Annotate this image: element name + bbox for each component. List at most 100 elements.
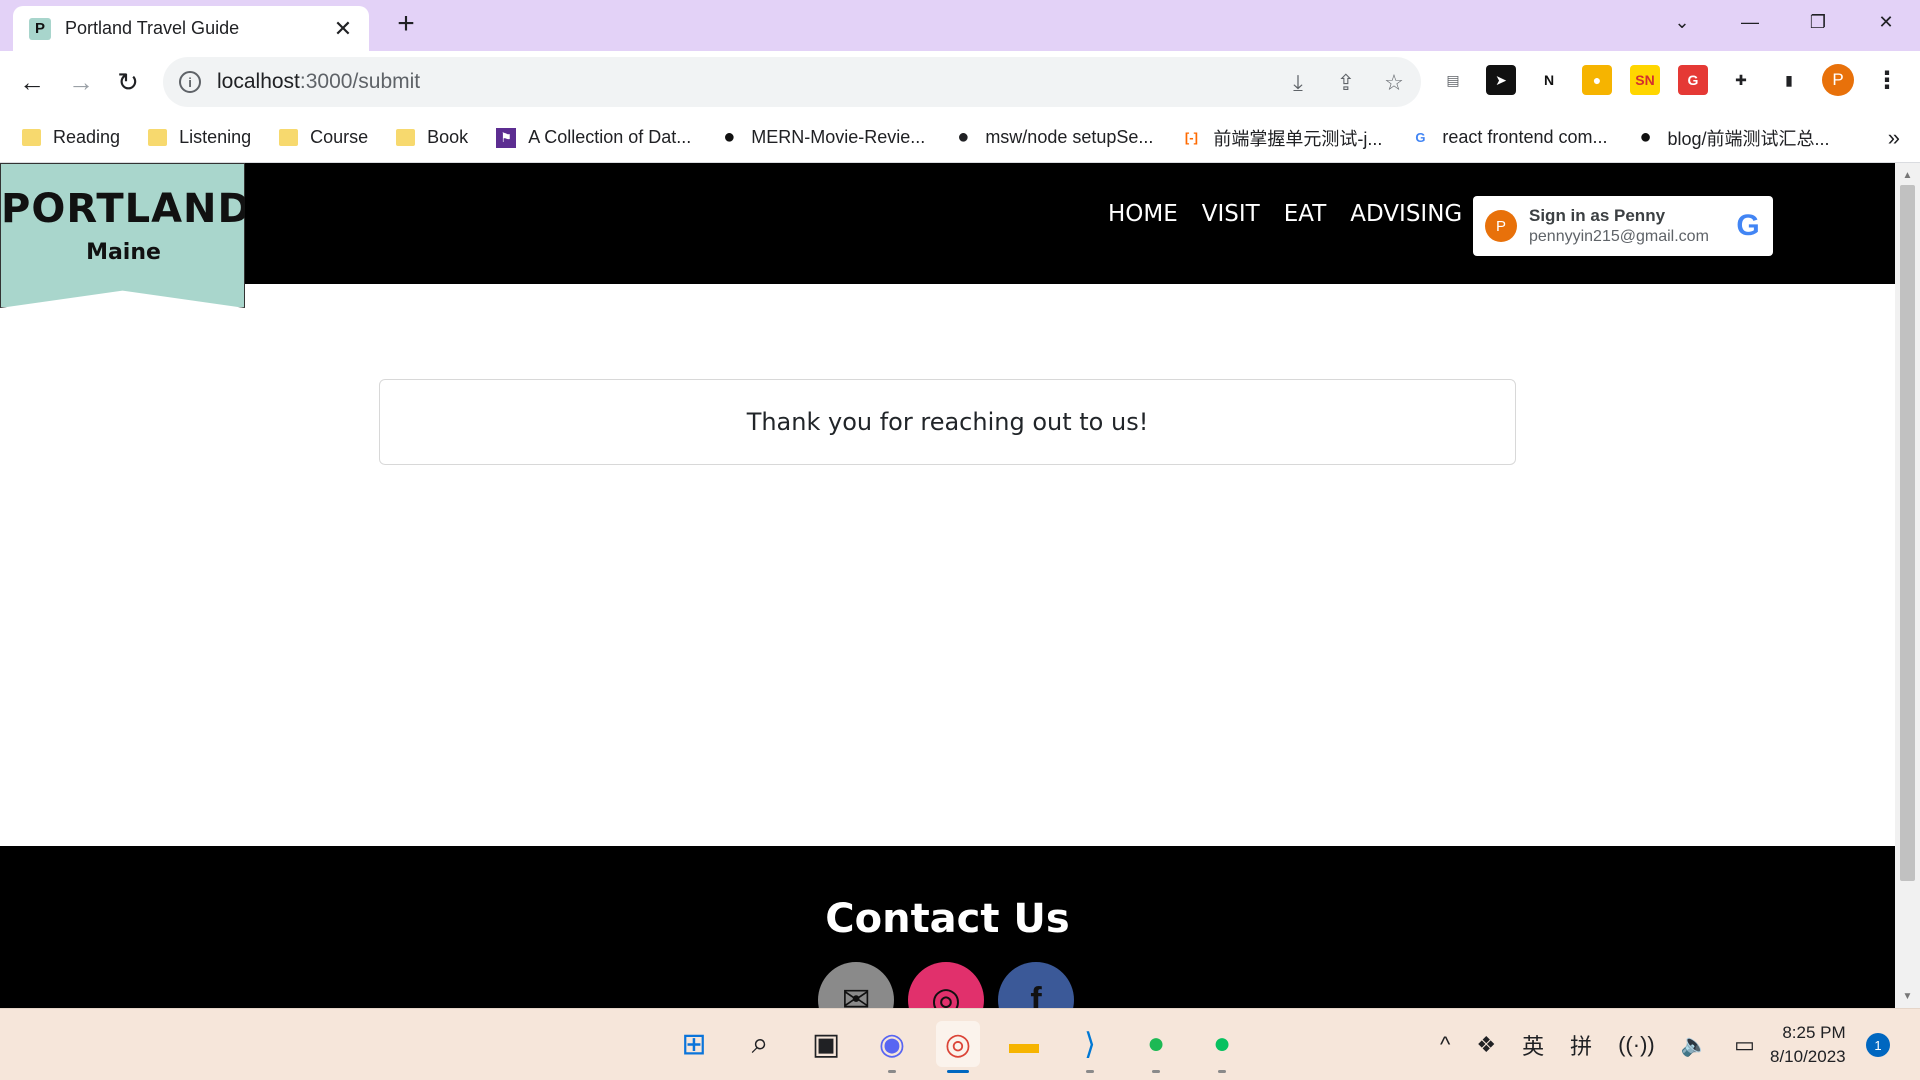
grammarly-icon[interactable]: G <box>1678 65 1708 95</box>
bookmark-label: A Collection of Dat... <box>528 127 692 147</box>
mail-icon[interactable]: ✉ <box>818 962 894 1008</box>
bookmark-label: Listening <box>179 127 252 147</box>
tab-title: Portland Travel Guide <box>65 18 240 38</box>
google-icon: G <box>1410 127 1431 148</box>
ime-pinyin-icon[interactable]: 拼 <box>1570 1029 1592 1061</box>
address-bar[interactable]: i localhost:3000/submit ⤓ ⇪ ☆ <box>163 57 1421 107</box>
bookmark-item[interactable]: Course <box>279 127 368 148</box>
volume-icon[interactable]: 🔈 <box>1681 1032 1708 1058</box>
bookmark-label: Course <box>310 127 369 147</box>
scroll-up-icon[interactable]: ▲ <box>1895 165 1920 185</box>
site-footer: Contact Us ✉ ◎ f <box>0 846 1895 1008</box>
spotify-icon[interactable]: ● <box>1134 1021 1178 1073</box>
bookmark-item[interactable]: Greact frontend com... <box>1410 127 1607 148</box>
bookmark-item[interactable]: [-] 前端掌握单元测试-j... <box>1181 125 1382 151</box>
bookmarks-overflow-icon[interactable]: » <box>1888 125 1900 151</box>
install-icon[interactable]: ⤓ <box>1285 70 1311 96</box>
tab-close-icon[interactable]: ✕ <box>331 16 355 42</box>
new-tab-button[interactable]: + <box>391 9 421 39</box>
back-button[interactable]: ← <box>14 64 50 100</box>
send-icon[interactable]: ➤ <box>1486 65 1516 95</box>
wechat-icon[interactable]: ● <box>1200 1021 1244 1073</box>
page-scrollbar[interactable]: ▲ ▼ <box>1895 163 1920 1008</box>
star-icon[interactable]: ☆ <box>1381 70 1407 96</box>
tab-search-icon[interactable]: ⌄ <box>1648 0 1716 44</box>
bookmark-label: MERN-Movie-Revie... <box>751 127 926 147</box>
search-glyph: ⌕ <box>751 1027 769 1060</box>
battery-icon[interactable]: ▭ <box>1734 1032 1755 1058</box>
bookmark-item[interactable]: ● blog/前端测试汇总... <box>1635 125 1830 151</box>
google-signin-button[interactable]: P Sign in as Penny pennyyin215@gmail.com… <box>1473 196 1773 256</box>
taskbar-apps: ⊞ ⌕ ▣ ◉ ◎ ▬ ⟩ ● ● <box>672 1021 1244 1073</box>
bookmark-item[interactable]: Book <box>396 127 468 148</box>
ime-english-icon[interactable]: 英 <box>1522 1029 1544 1061</box>
site-header: HOME VISIT EAT ADVISING P Sign in as Penny … <box>0 163 1895 284</box>
forward-button[interactable]: → <box>63 64 99 100</box>
bookmark-item[interactable]: ● MERN-Movie-Revie... <box>719 126 926 148</box>
reader-icon[interactable]: ▤ <box>1438 65 1468 95</box>
bookmark-item[interactable]: Reading <box>22 127 120 148</box>
show-hidden-icons-icon[interactable]: ^ <box>1440 1032 1450 1058</box>
share-icon[interactable]: ⇪ <box>1333 70 1359 96</box>
flag-icon: ⚑ <box>496 127 517 148</box>
close-window-button[interactable]: ✕ <box>1852 0 1920 44</box>
bookmark-item[interactable]: Listening <box>148 127 251 148</box>
sn-icon[interactable]: SN <box>1630 65 1660 95</box>
file-explorer-icon[interactable]: ▬ <box>1002 1021 1046 1067</box>
task-view-icon[interactable]: ▣ <box>804 1021 848 1067</box>
sidepanel-icon[interactable]: ▮ <box>1774 65 1804 95</box>
nav-link-eat[interactable]: EAT <box>1284 201 1327 227</box>
profile-avatar[interactable]: P <box>1822 64 1854 96</box>
search-icon[interactable]: ⌕ <box>738 1021 782 1067</box>
restore-button[interactable]: ❐ <box>1784 0 1852 44</box>
spotify-glyph: ● <box>1146 1027 1166 1060</box>
browser-menu-icon[interactable]: ⋮ <box>1872 65 1902 95</box>
facebook-icon[interactable]: f <box>998 962 1074 1008</box>
start-glyph: ⊞ <box>681 1027 707 1061</box>
instagram-icon[interactable]: ◎ <box>908 962 984 1008</box>
tab-portland-travel-guide[interactable]: P Portland Travel Guide ✕ <box>13 6 369 51</box>
discord-glyph: ◉ <box>878 1027 906 1061</box>
task-view-glyph: ▣ <box>811 1027 841 1061</box>
puzzle-icon[interactable]: ✚ <box>1726 65 1756 95</box>
start-icon[interactable]: ⊞ <box>672 1021 716 1067</box>
window-controls: ⌄ — ❐ ✕ <box>1648 0 1920 44</box>
nav-link-home[interactable]: HOME <box>1108 201 1178 227</box>
nav-link-advising[interactable]: ADVISING <box>1350 201 1462 227</box>
bookmark-label: Reading <box>53 127 121 147</box>
aliyun-icon: [-] <box>1181 127 1202 148</box>
bookmark-label: Book <box>427 127 469 147</box>
ext-yellow-icon[interactable]: ● <box>1582 65 1612 95</box>
vscode-glyph: ⟩ <box>1084 1027 1096 1061</box>
vscode-icon[interactable]: ⟩ <box>1068 1021 1112 1073</box>
url-text[interactable]: localhost:3000/submit <box>217 70 420 94</box>
tab-strip: P Portland Travel Guide ✕ + ⌄ — ❐ ✕ <box>0 0 1920 51</box>
footer-title: Contact Us <box>825 896 1070 942</box>
notion-icon[interactable]: N <box>1534 65 1564 95</box>
site-logo[interactable]: PORTLAND Maine <box>0 163 245 308</box>
folder-icon <box>396 129 416 146</box>
taskbar: ⊞ ⌕ ▣ ◉ ◎ ▬ ⟩ ● ● ^ ❖ 英拼 ((·)) 🔈 ▭ 8:25 PM 8/10/2023 … <box>0 1008 1920 1080</box>
chrome-icon[interactable]: ◎ <box>936 1021 980 1073</box>
nav-link-visit[interactable]: VISIT <box>1202 201 1260 227</box>
running-indicator <box>1152 1070 1160 1073</box>
chrome-glyph: ◎ <box>944 1027 972 1061</box>
reload-button[interactable]: ↻ <box>110 64 146 100</box>
browser-toolbar: ← → ↻ i localhost:3000/submit ⤓ ⇪ ☆ ▤ ➤ N ●… <box>0 51 1920 113</box>
scrollbar-thumb[interactable] <box>1900 185 1915 881</box>
clock[interactable]: 8:25 PM 8/10/2023 <box>1770 1021 1846 1069</box>
folder-icon <box>148 129 168 146</box>
github-icon: ● <box>719 126 740 148</box>
minimize-button[interactable]: — <box>1716 0 1784 44</box>
bookmark-item[interactable]: ● msw/node setupSe... <box>953 126 1154 148</box>
discord-icon[interactable]: ◉ <box>870 1021 914 1073</box>
site-info-icon[interactable]: i <box>179 71 201 93</box>
wifi-icon[interactable]: ((·)) <box>1618 1032 1655 1058</box>
scroll-down-icon[interactable]: ▼ <box>1895 986 1920 1006</box>
notification-badge[interactable]: 1 <box>1866 1033 1890 1057</box>
tab-favicon-icon: P <box>29 17 51 40</box>
clock-date: 8/10/2023 <box>1770 1047 1846 1066</box>
dropbox-icon[interactable]: ❖ <box>1476 1032 1496 1058</box>
bookmark-item[interactable]: ⚑ A Collection of Dat... <box>496 127 691 148</box>
bookmark-label: msw/node setupSe... <box>985 127 1154 147</box>
